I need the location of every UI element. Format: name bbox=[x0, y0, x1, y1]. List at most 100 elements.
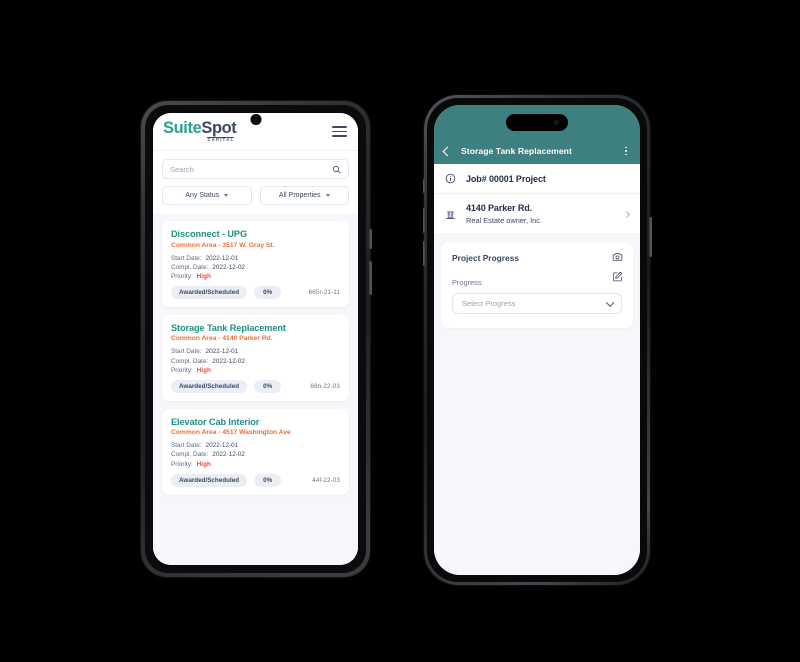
filter-status-label: Any Status bbox=[185, 192, 220, 199]
priority-label: Priority: bbox=[171, 366, 193, 374]
property-text-group: 4140 Parker Rd. Real Estate owner, Inc. bbox=[466, 203, 542, 225]
kebab-dot bbox=[625, 150, 627, 152]
start-date-value: 2022-12-01 bbox=[205, 442, 239, 450]
iphone-bezel: Storage Tank Replacement Job# 00001 Proj… bbox=[427, 98, 647, 582]
job-location: Common Area - 4140 Parker Rd. bbox=[171, 335, 273, 343]
search-icon bbox=[332, 165, 341, 174]
priority-label: Priority: bbox=[171, 460, 193, 468]
priority-line: Priority: High bbox=[171, 367, 340, 374]
iphone-silent-switch[interactable] bbox=[422, 179, 425, 193]
start-date-value: 2022-12-01 bbox=[205, 348, 239, 356]
status-badge: Awarded/Scheduled bbox=[171, 285, 248, 299]
start-date-value: 2022-12-01 bbox=[205, 254, 239, 262]
android-front-camera bbox=[250, 114, 261, 125]
property-row[interactable]: 4140 Parker Rd. Real Estate owner, Inc. bbox=[434, 194, 640, 235]
progress-badge: 0% bbox=[254, 285, 282, 299]
hamburger-line bbox=[332, 135, 347, 138]
project-progress-heading: Project Progress bbox=[452, 253, 520, 263]
mockup-stage: SuiteSpot CAPITAL Search Any Status All … bbox=[0, 0, 800, 662]
kebab-dot bbox=[625, 146, 627, 149]
filter-properties-label: All Properties bbox=[278, 192, 321, 199]
priority-value: High bbox=[196, 272, 211, 280]
job-location: Common Area - 4517 Washington Ave bbox=[171, 429, 291, 437]
iphone-volume-up-button[interactable] bbox=[422, 208, 425, 233]
iphone-screen: Storage Tank Replacement Job# 00001 Proj… bbox=[434, 105, 640, 575]
start-date-label: Start Date: bbox=[171, 442, 202, 450]
hamburger-menu-icon[interactable] bbox=[332, 125, 347, 138]
job-card[interactable]: Disconnect - UPG Common Area - 3517 W. G… bbox=[162, 221, 349, 307]
dynamic-island bbox=[506, 114, 568, 131]
logo-wordmark: SuiteSpot bbox=[163, 119, 237, 138]
logo-subtitle: CAPITAL bbox=[207, 136, 235, 143]
page-title: Storage Tank Replacement bbox=[461, 146, 572, 156]
job-location: Common Area - 3517 W. Gray St. bbox=[171, 241, 275, 249]
android-screen: SuiteSpot CAPITAL Search Any Status All … bbox=[153, 113, 358, 565]
chevron-down-icon bbox=[224, 194, 229, 197]
android-bezel: SuiteSpot CAPITAL Search Any Status All … bbox=[145, 105, 366, 573]
front-camera-icon bbox=[554, 120, 559, 125]
progress-badge: 0% bbox=[254, 379, 282, 393]
chevron-right-icon bbox=[622, 210, 631, 218]
back-chevron-icon[interactable] bbox=[442, 146, 453, 156]
status-badge: Awarded/Scheduled bbox=[171, 379, 248, 393]
job-list: Disconnect - UPG Common Area - 3517 W. G… bbox=[153, 214, 358, 565]
logo-text-spot: Spot bbox=[201, 119, 237, 138]
job-number-row[interactable]: Job# 00001 Project bbox=[434, 164, 640, 194]
property-address: 4140 Parker Rd. bbox=[466, 203, 533, 213]
progress-card-actions bbox=[612, 251, 623, 282]
compl-date-label: Compl. Date: bbox=[171, 451, 209, 459]
priority-label: Priority: bbox=[171, 272, 193, 280]
compl-date-value: 2022-12-02 bbox=[212, 451, 245, 459]
android-phone-device: SuiteSpot CAPITAL Search Any Status All … bbox=[141, 101, 372, 577]
android-power-button[interactable] bbox=[369, 261, 372, 295]
logo-text-suite: Suite bbox=[163, 119, 202, 138]
iphone-power-button[interactable] bbox=[649, 217, 652, 257]
iphone-volume-down-button[interactable] bbox=[422, 241, 425, 266]
edit-pencil-icon[interactable] bbox=[612, 271, 623, 282]
kebab-dot bbox=[625, 153, 627, 156]
start-date-line: Start Date: 2022-12-01 bbox=[171, 255, 340, 262]
priority-line: Priority: High bbox=[171, 273, 340, 280]
hamburger-line bbox=[332, 125, 347, 128]
compl-date-line: Compl. Date: 2022-12-02 bbox=[171, 264, 340, 271]
filter-properties-dropdown[interactable]: All Properties bbox=[259, 186, 349, 205]
progress-badge: 0% bbox=[254, 473, 282, 487]
filter-status-dropdown[interactable]: Any Status bbox=[162, 186, 252, 205]
job-meta: Start Date: 2022-12-01 Compl. Date: 2022… bbox=[171, 348, 340, 373]
camera-icon[interactable] bbox=[612, 251, 623, 262]
job-card[interactable]: Elevator Cab Interior Common Area - 4517… bbox=[162, 408, 349, 495]
start-date-label: Start Date: bbox=[171, 254, 202, 262]
android-volume-button[interactable] bbox=[369, 229, 372, 249]
progress-select[interactable]: Select Progress bbox=[452, 293, 622, 314]
job-number-label: Job# 00001 Project bbox=[466, 173, 546, 184]
compl-date-line: Compl. Date: 2022-12-02 bbox=[171, 451, 340, 458]
job-reference: 66n-22-03 bbox=[310, 382, 340, 390]
info-circle-icon bbox=[445, 173, 456, 184]
property-owner: Real Estate owner, Inc. bbox=[466, 216, 542, 225]
priority-value: High bbox=[196, 460, 211, 468]
ios-content-body: Project Progress Progress Select Progres… bbox=[434, 235, 640, 575]
search-input[interactable]: Search bbox=[162, 159, 349, 179]
kebab-menu-icon[interactable] bbox=[623, 145, 629, 158]
job-footer: Awarded/Scheduled 0% 66n-22-03 bbox=[171, 379, 340, 393]
start-date-line: Start Date: 2022-12-01 bbox=[171, 348, 340, 355]
job-title: Elevator Cab Interior bbox=[171, 416, 260, 427]
building-icon bbox=[445, 209, 456, 220]
filter-row: Any Status All Properties bbox=[162, 186, 349, 205]
chevron-down-icon bbox=[605, 298, 614, 307]
priority-line: Priority: High bbox=[171, 461, 340, 468]
job-card[interactable]: Storage Tank Replacement Common Area - 4… bbox=[162, 314, 349, 401]
chevron-down-icon bbox=[325, 194, 330, 197]
job-footer: Awarded/Scheduled 0% 44f-22-03 bbox=[171, 473, 340, 487]
project-progress-card: Project Progress Progress Select Progres… bbox=[441, 242, 633, 328]
suitespot-logo[interactable]: SuiteSpot CAPITAL bbox=[163, 119, 237, 143]
start-date-line: Start Date: 2022-12-01 bbox=[171, 442, 340, 449]
iphone-device: Storage Tank Replacement Job# 00001 Proj… bbox=[422, 95, 652, 585]
job-footer: Awarded/Scheduled 0% 665r-21-11 bbox=[171, 285, 340, 299]
job-reference: 665r-21-11 bbox=[308, 288, 340, 296]
compl-date-line: Compl. Date: 2022-12-02 bbox=[171, 358, 340, 365]
priority-value: High bbox=[196, 366, 211, 374]
job-meta: Start Date: 2022-12-01 Compl. Date: 2022… bbox=[171, 442, 340, 467]
progress-select-value: Select Progress bbox=[462, 299, 516, 308]
job-title: Disconnect - UPG bbox=[171, 229, 247, 239]
